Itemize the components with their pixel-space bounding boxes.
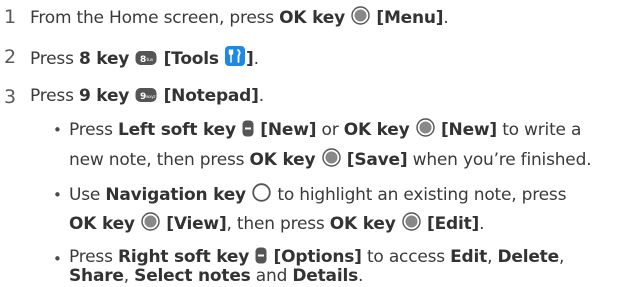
ok-key-icon: [416, 118, 435, 142]
bullet-3-line-2: Share, Select notes and Details.: [69, 266, 364, 286]
step-text: Press 9 key 9 wxyz [Notepad].: [30, 86, 264, 108]
bullet-2-line-1: Use Navigation key to highlight an exist…: [69, 183, 567, 207]
bullet-1-line-1: Press Left soft key [New] or OK key [New…: [69, 118, 582, 142]
bullet-marker: •: [53, 250, 62, 268]
eight-key-icon: 8 tuv: [135, 50, 157, 71]
svg-text:wxyz: wxyz: [146, 94, 155, 99]
step-number: 1: [4, 6, 17, 28]
bullet-marker: •: [53, 121, 62, 139]
left-soft-key-icon: [242, 120, 254, 142]
ok-key-icon: [141, 212, 160, 236]
bullet-1-line-2: new note, then press OK key [Save] when …: [69, 148, 592, 172]
bullet-2-line-2: OK key [View], then press OK key [Edit].: [69, 212, 485, 236]
instructions-document: 1 From the Home screen, press OK key [Me…: [0, 0, 623, 287]
ok-key-icon: [402, 212, 421, 236]
step-number: 2: [4, 46, 17, 68]
bullet-marker: •: [53, 186, 62, 204]
ok-key-icon: [351, 6, 370, 30]
step-text: From the Home screen, press OK key [Menu…: [30, 6, 449, 30]
step-number: 3: [4, 86, 17, 108]
ok-key-icon: [321, 148, 341, 172]
svg-text:8: 8: [140, 55, 146, 65]
svg-text:tuv: tuv: [147, 57, 154, 63]
navigation-key-icon: [252, 183, 271, 207]
tools-icon: [225, 46, 246, 71]
step-text: Press 8 key 8 tuv [Tools ].: [30, 46, 259, 71]
nine-key-icon: 9 wxyz: [135, 87, 157, 108]
